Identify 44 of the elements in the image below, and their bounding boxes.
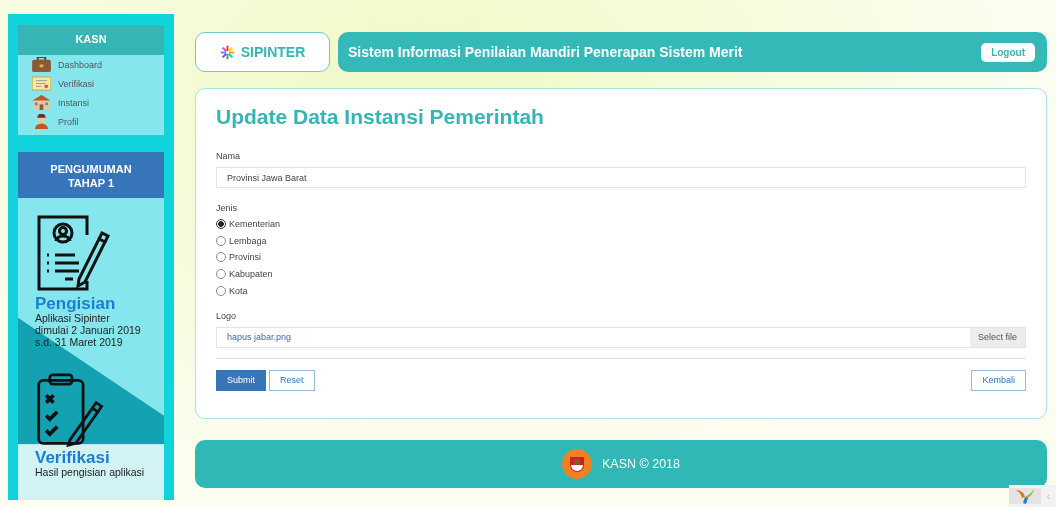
footer-text: KASN © 2018 [602,457,680,471]
page-title: Update Data Instansi Pemerintah [216,105,545,129]
announcement-heading: Pengisian [35,295,117,312]
sidebar-item[interactable]: Profil [18,112,164,131]
brand-name: SIPINTER [240,44,306,60]
radio-button[interactable] [216,252,226,263]
y-logo-icon[interactable] [1008,488,1041,504]
menu-title: KASN [18,25,164,55]
radio-option[interactable]: Provinsi [216,249,1026,266]
announcement-title: PENGUMUMAN [50,162,132,176]
radio-button[interactable] [216,219,226,230]
file-input[interactable]: hapus jabar.png Select file [216,326,1026,348]
select-file-button[interactable]: Select file [969,327,1025,347]
sidebar-item[interactable]: Verifikasi [18,74,164,93]
field-label: Jenis [216,203,238,213]
announcement-text: Aplikasi Sipinter [35,312,111,324]
sidebar-item[interactable]: Instansi [18,93,164,112]
radio-button[interactable] [216,269,226,280]
announcement-text: s.d. 31 Maret 2019 [35,336,124,348]
certificate-icon [32,76,51,91]
submit-button[interactable]: Submit [216,369,266,391]
field-label: Nama [216,151,241,161]
announcement-heading: Verifikasi [35,449,111,466]
announcement-text: Hasil pengisian aplikasi [35,466,146,478]
announcement-text: dimulai 2 Januari 2019 [35,324,142,336]
sparkle-logo-icon [219,44,235,60]
radio-button[interactable] [216,235,226,246]
radio-option[interactable]: Kementerian [216,216,1026,233]
radio-option[interactable]: Kabupaten [216,265,1026,283]
announcement-subtitle: TAHAP 1 [67,176,114,190]
app-title: Sistem Informasi Penilaian Mandiri Penerapan Sistem Merit [348,44,744,60]
emblem-logo-icon [562,449,592,479]
radio-option[interactable]: Lembaga [216,232,1026,250]
back-button[interactable]: Kembali [971,369,1026,391]
file-name: hapus jabar.png [226,332,293,343]
briefcase-icon [32,57,51,72]
field-label: Logo [216,310,238,321]
radio-button[interactable] [216,285,226,296]
radio-option[interactable]: Kota [216,282,1026,299]
reset-button[interactable]: Reset [269,369,315,391]
person-icon [32,114,51,129]
sidebar-item[interactable]: Dashboard [18,55,164,74]
building-icon [32,95,51,110]
name-input[interactable]: Provinsi Jawa Barat [216,167,1026,188]
